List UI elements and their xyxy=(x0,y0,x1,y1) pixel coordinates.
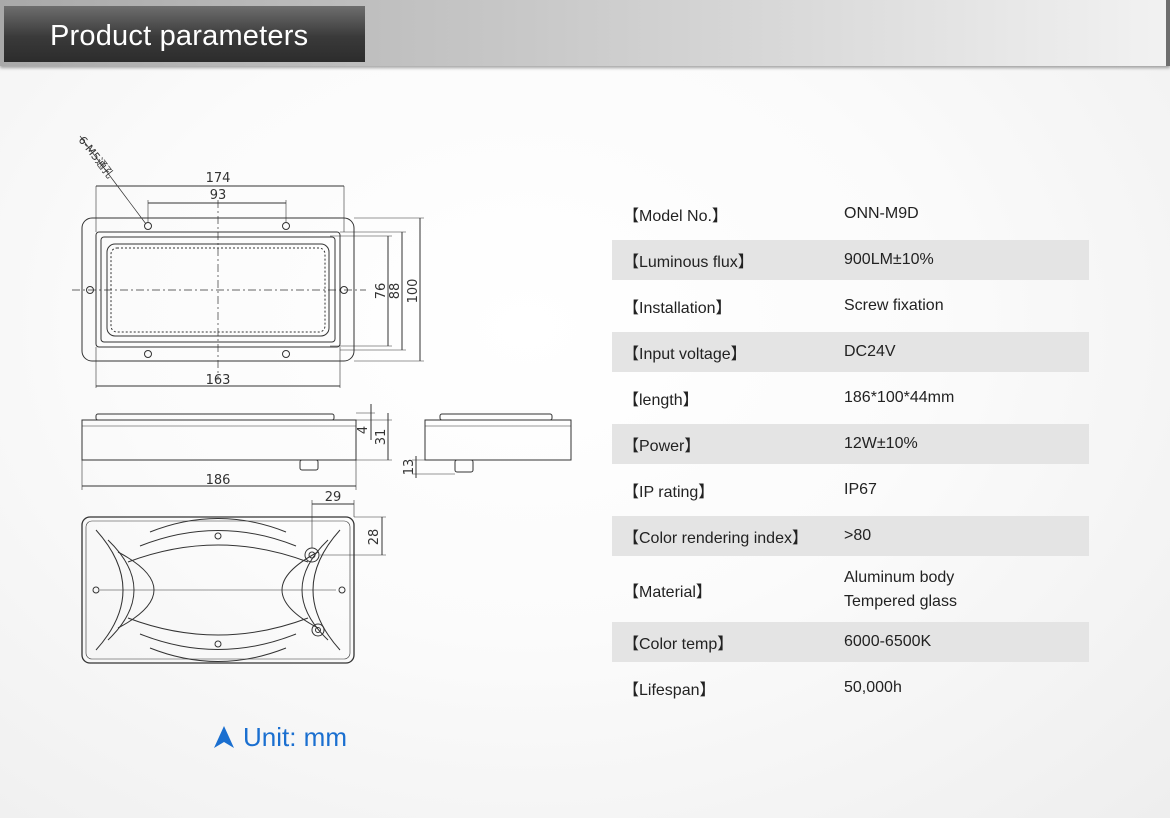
spec-label: 【Lifespan】 xyxy=(623,682,716,699)
spec-row-lifespan: 【Lifespan】 50,000h xyxy=(612,668,1089,708)
dim-100-label: 100 xyxy=(406,279,421,304)
bottom-view: 29 28 xyxy=(81,490,386,664)
spec-row-length: 【length】 186*100*44mm xyxy=(612,378,1089,418)
spec-row-color-temp: 【Color temp】 6000-6500K xyxy=(612,622,1089,662)
spec-value: 186*100*44mm xyxy=(844,389,955,406)
spec-value: 50,000h xyxy=(844,679,902,696)
unit-note: Unit: mm xyxy=(213,720,347,754)
side-view: 186 4 31 xyxy=(81,404,392,490)
dim-31-label: 31 xyxy=(374,429,389,446)
spec-label: 【Color temp】 xyxy=(623,636,734,653)
spec-row-input-voltage: 【Input voltage】 DC24V xyxy=(612,332,1089,372)
page-header: Product parameters xyxy=(0,0,1170,66)
spec-value: Aluminum body Tempered glass xyxy=(844,566,957,614)
dim-29-label: 29 xyxy=(325,490,342,505)
spec-value: 900LM±10% xyxy=(844,251,934,268)
dim-93-label: 93 xyxy=(210,188,227,203)
spec-label: 【Power】 xyxy=(623,438,701,455)
hole-note-label: 6-M5通孔 xyxy=(76,134,117,181)
spec-row-power: 【Power】 12W±10% xyxy=(612,424,1089,464)
spec-row-model: 【Model No.】 ONN-M9D xyxy=(612,194,1089,234)
spec-label: 【Luminous flux】 xyxy=(623,254,754,271)
spec-row-ip-rating: 【IP rating】 IP67 xyxy=(612,470,1089,510)
dim-174-label: 174 xyxy=(206,171,231,186)
header-title-box: Product parameters xyxy=(4,6,365,62)
spec-value: IP67 xyxy=(844,481,877,498)
up-triangle-icon xyxy=(214,726,234,748)
top-view: 174 93 163 76 88 100 6-M5通孔 xyxy=(72,134,424,388)
spec-value: DC24V xyxy=(844,343,896,360)
spec-label: 【Model No.】 xyxy=(623,208,728,225)
spec-row-installation: 【Installation】 Screw fixation xyxy=(612,286,1089,326)
spec-label: 【Material】 xyxy=(623,584,712,601)
dim-4-label: 4 xyxy=(356,426,371,434)
technical-drawing: 174 93 163 76 88 100 6-M5通孔 186 4 31 13 … xyxy=(72,134,572,664)
spec-label: 【Installation】 xyxy=(623,300,732,317)
dim-88-label: 88 xyxy=(388,283,403,300)
end-view: 13 xyxy=(402,413,572,478)
dim-76-label: 76 xyxy=(374,283,389,300)
spec-label: 【length】 xyxy=(623,392,699,409)
spec-row-luminous-flux: 【Luminous flux】 900LM±10% xyxy=(612,240,1089,280)
spec-label: 【Color rendering index】 xyxy=(623,530,808,547)
dim-186-label: 186 xyxy=(206,473,231,488)
dim-28-label: 28 xyxy=(367,529,382,546)
spec-label: 【IP rating】 xyxy=(623,484,715,501)
page-title: Product parameters xyxy=(50,20,309,52)
spec-value-line: Aluminum body xyxy=(844,569,955,586)
spec-row-material: 【Material】 Aluminum body Tempered glass xyxy=(612,562,1089,618)
header-edge xyxy=(1166,0,1170,66)
spec-value: >80 xyxy=(844,527,872,544)
dim-13-label: 13 xyxy=(402,459,417,476)
spec-value: ONN-M9D xyxy=(844,205,919,222)
spec-value: 12W±10% xyxy=(844,435,918,452)
dim-163-label: 163 xyxy=(206,373,231,388)
spec-value-line: Tempered glass xyxy=(844,593,957,610)
spec-row-cri: 【Color rendering index】 >80 xyxy=(612,516,1089,556)
spec-table: 【Model No.】 ONN-M9D 【Luminous flux】 900L… xyxy=(612,194,1089,714)
spec-label: 【Input voltage】 xyxy=(623,346,747,363)
spec-value: Screw fixation xyxy=(844,297,944,314)
unit-label: Unit: mm xyxy=(243,721,347,752)
spec-value: 6000-6500K xyxy=(844,633,932,650)
